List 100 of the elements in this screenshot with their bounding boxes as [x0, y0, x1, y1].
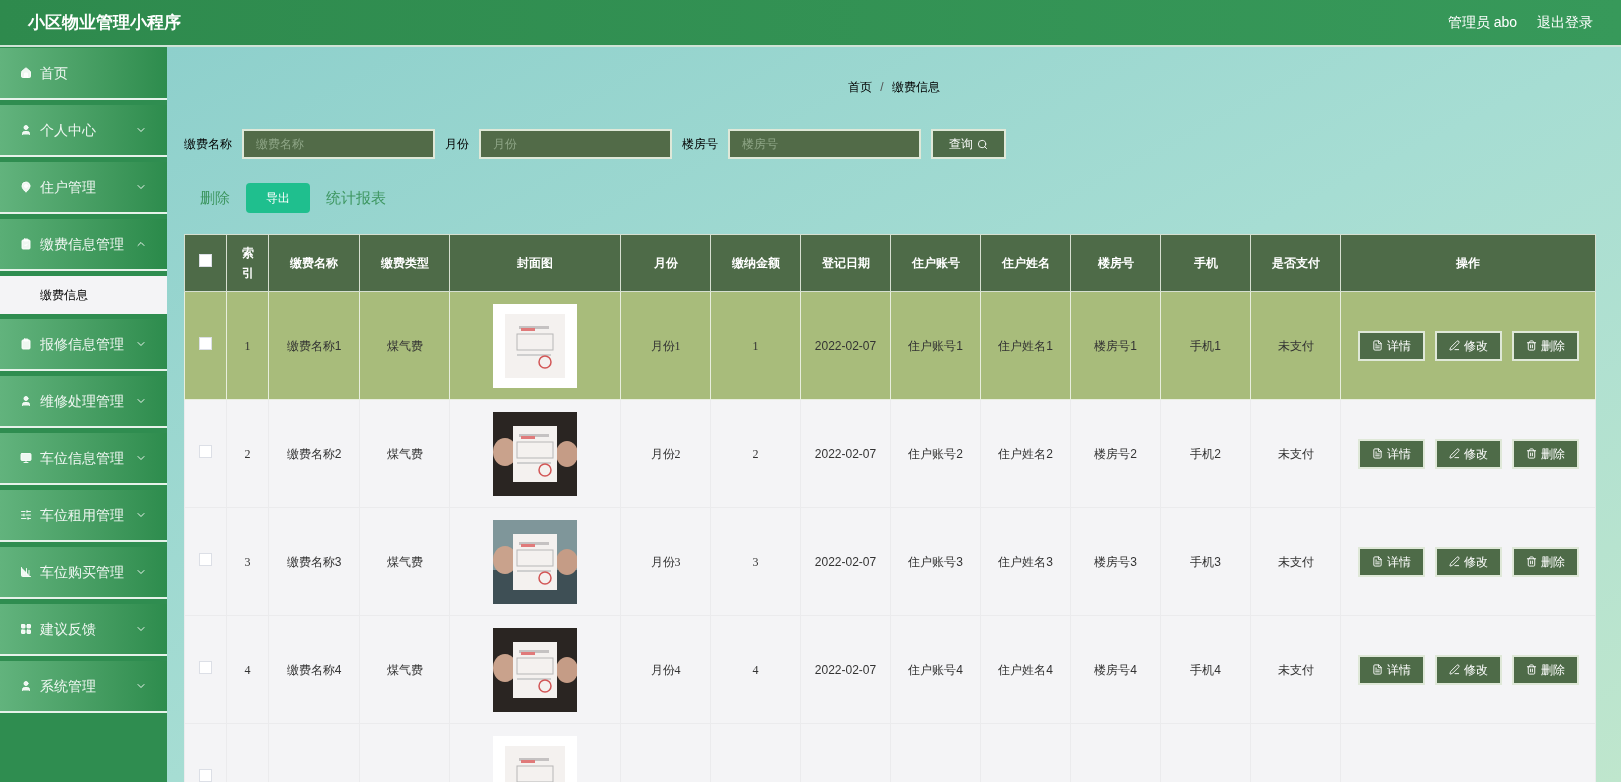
row-checkbox[interactable]	[199, 444, 212, 458]
table-cell: 未支付	[1277, 662, 1314, 677]
column-header: 住户姓名	[980, 234, 1071, 292]
sliders-icon	[20, 509, 32, 521]
row-checkbox[interactable]	[199, 768, 212, 782]
table-cell: 2	[752, 446, 759, 461]
sidebar-label: 系统管理	[40, 676, 97, 696]
clipboard-icon	[20, 238, 32, 250]
table-cell: 住户姓名2	[998, 446, 1053, 461]
table-cell: 煤气费	[386, 662, 423, 677]
search-button[interactable]: 查询	[931, 129, 1006, 159]
sidebar-label: 住户管理	[40, 177, 97, 197]
table-cell: 月份2	[650, 446, 681, 461]
column-header: 操作	[1340, 234, 1596, 292]
table-cell: 缴费名称4	[286, 662, 342, 677]
submenu-item[interactable]: 缴费信息	[0, 276, 167, 314]
table-row[interactable]: 2 缴费名称2 煤气费 月份2 2 2022-02-07 住户账号2 住户姓名2 楼房号2 手机2 未支付 详情 修改 删除	[184, 399, 1596, 508]
row-action-button[interactable]: 修改	[1434, 654, 1502, 685]
logout-link[interactable]: 退出登录	[1537, 12, 1593, 33]
field-label: 月份	[445, 136, 469, 153]
table-cell: 手机2	[1190, 446, 1221, 461]
sidebar-label: 车位信息管理	[40, 448, 125, 468]
row-action-button[interactable]: 修改	[1434, 438, 1502, 469]
table-row[interactable]: 3 缴费名称3 煤气费 月份3 3 2022-02-07 住户账号3 住户姓名3 楼房号3 手机3 未支付 详情 修改 删除	[184, 507, 1596, 616]
row-action-button[interactable]: 修改	[1434, 330, 1502, 361]
column-header: 是否支付	[1250, 234, 1341, 292]
table-cell: 住户账号1	[908, 338, 963, 353]
table-cell: 缴费名称3	[286, 554, 342, 569]
pen-icon	[1448, 448, 1460, 459]
bar-chart-icon	[20, 566, 32, 578]
table-cell: 月份1	[650, 338, 681, 353]
column-header: 楼房号	[1070, 234, 1161, 292]
table-cell: 4	[752, 662, 759, 677]
document-icon	[1371, 448, 1383, 459]
row-action-button[interactable]: 详情	[1357, 330, 1425, 361]
table-cell: 缴费名称2	[286, 446, 342, 461]
row-action-button[interactable]: 删除	[1511, 330, 1579, 361]
row-action-button[interactable]: 详情	[1357, 654, 1425, 685]
search-field[interactable]: 月份	[479, 129, 672, 159]
sidebar-item[interactable]: 维修处理管理	[0, 376, 167, 428]
search-field[interactable]: 楼房号	[728, 129, 921, 159]
field-label: 缴费名称	[184, 136, 232, 153]
table-row[interactable]: 4 缴费名称4 煤气费 月份4 4 2022-02-07 住户账号4 住户姓名4 楼房号4 手机4 未支付 详情 修改 删除	[184, 615, 1596, 724]
pen-icon	[1448, 340, 1460, 351]
document-icon	[1371, 556, 1383, 567]
row-action-button[interactable]: 删除	[1511, 546, 1579, 577]
search-icon	[977, 138, 988, 150]
column-header: 封面图	[449, 234, 621, 292]
sidebar-label: 车位租用管理	[40, 505, 125, 525]
user-icon	[20, 395, 32, 407]
row-checkbox[interactable]	[199, 336, 212, 350]
table-cell: 楼房号3	[1094, 554, 1137, 569]
breadcrumb-item[interactable]: 首页	[848, 78, 873, 96]
select-all-checkbox[interactable]	[199, 254, 212, 267]
table-cell: 楼房号1	[1094, 338, 1137, 353]
sidebar-label: 首页	[40, 63, 69, 83]
row-action-button[interactable]: 删除	[1511, 438, 1579, 469]
sidebar-item[interactable]: 缴费信息管理	[0, 219, 167, 271]
search-field[interactable]: 缴费名称	[242, 129, 435, 159]
table-cell: 缴费名称1	[286, 338, 342, 353]
row-checkbox[interactable]	[199, 660, 212, 674]
table-cell: 2022-02-07	[814, 662, 877, 677]
column-header: 缴费类型	[359, 234, 450, 292]
table-cell: 住户姓名4	[998, 662, 1053, 677]
table-cell: 手机1	[1190, 338, 1221, 353]
table-cell: 未支付	[1277, 554, 1314, 569]
user-icon	[20, 680, 32, 692]
trash-icon	[1525, 448, 1537, 459]
table-cell: 住户姓名1	[998, 338, 1053, 353]
sidebar-item[interactable]: 车位租用管理	[0, 490, 167, 542]
column-header: 缴纳金额	[710, 234, 801, 292]
document-icon	[1371, 340, 1383, 351]
row-action-button[interactable]: 详情	[1357, 438, 1425, 469]
table-row[interactable]: 1 缴费名称1 煤气费 月份1 1 2022-02-07 住户账号1 住户姓名1 楼房号1 手机1 未支付 详情 修改 删除	[184, 291, 1596, 400]
monitor-icon	[20, 452, 32, 464]
trash-icon	[1525, 556, 1537, 567]
column-header: 月份	[620, 234, 711, 292]
app-title: 小区物业管理小程序	[28, 11, 181, 34]
field-label: 楼房号	[682, 136, 718, 153]
table-cell: 未支付	[1277, 338, 1314, 353]
table-cell: 2022-02-07	[814, 554, 877, 569]
table-cell: 2022-02-07	[814, 338, 877, 353]
table-cell: 1	[752, 338, 759, 353]
row-checkbox[interactable]	[199, 552, 212, 566]
row-action-button[interactable]: 详情	[1357, 546, 1425, 577]
table-cell: 煤气费	[386, 554, 423, 569]
table-cell: 2	[244, 446, 251, 461]
table-cell: 煤气费	[386, 338, 423, 353]
sidebar-item[interactable]: 车位购买管理	[0, 547, 167, 599]
sidebar-item[interactable]: 报修信息管理	[0, 319, 167, 371]
sidebar-item[interactable]: 车位信息管理	[0, 433, 167, 485]
table-cell: 住户账号2	[908, 446, 963, 461]
table-cell: 3	[752, 554, 759, 569]
row-action-button[interactable]: 删除	[1511, 654, 1579, 685]
grid-icon	[20, 623, 32, 635]
breadcrumb-item: 缴费信息	[891, 79, 940, 96]
row-action-button[interactable]: 修改	[1434, 546, 1502, 577]
table-cell: 楼房号2	[1094, 446, 1137, 461]
table-cell: 1	[244, 338, 251, 353]
document-icon	[1371, 664, 1383, 675]
